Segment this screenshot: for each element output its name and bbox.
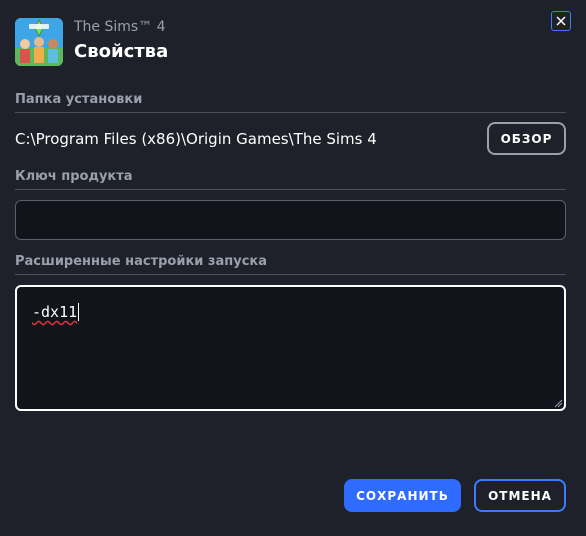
launch-options-value: -dx11: [32, 303, 80, 321]
close-icon: [556, 16, 566, 26]
product-key-divider: [15, 189, 566, 190]
browse-button[interactable]: ОБЗОР: [487, 122, 566, 155]
product-key-input[interactable]: [15, 200, 566, 240]
close-button[interactable]: [551, 11, 571, 31]
install-folder-label: Папка установки: [15, 92, 143, 107]
launch-options-label: Расширенные настройки запуска: [15, 254, 267, 269]
cancel-button[interactable]: ОТМЕНА: [474, 479, 566, 512]
game-icon: [15, 18, 63, 66]
launch-options-divider: [15, 274, 566, 275]
product-key-label: Ключ продукта: [15, 169, 133, 184]
launch-options-textarea[interactable]: -dx11: [15, 285, 566, 411]
resize-grip-icon[interactable]: [553, 398, 563, 408]
install-folder-divider: [15, 112, 566, 113]
save-button[interactable]: СОХРАНИТЬ: [344, 479, 461, 512]
dialog-title: Свойства: [74, 41, 169, 62]
game-name: The Sims™ 4: [74, 19, 166, 35]
install-path: C:\Program Files (x86)\Origin Games\The …: [15, 130, 377, 148]
